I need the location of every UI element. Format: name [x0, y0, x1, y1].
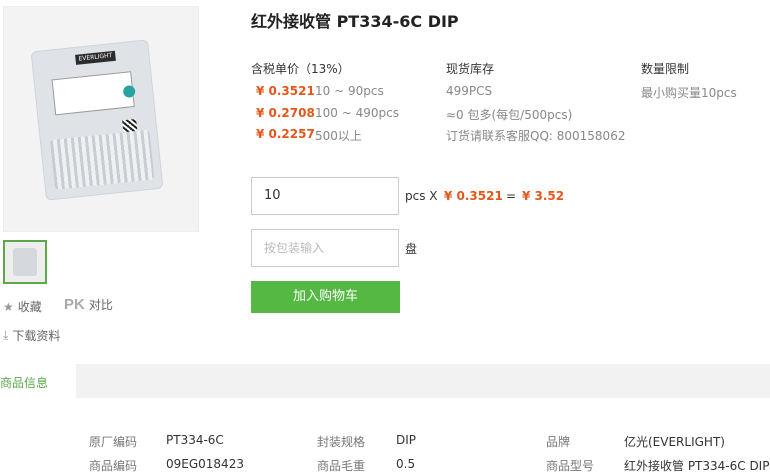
stock-contact: 订货请联系客服QQ: 800158062: [446, 129, 626, 143]
spec-value-brand[interactable]: 亿光(EVERLIGHT): [624, 433, 725, 450]
stock-qty: 499PCS: [446, 84, 493, 98]
spec-value-model: 红外接收管 PT334-6C DIP: [624, 459, 770, 473]
spec-value-package: DIP: [396, 433, 417, 447]
price-range-1: 10 ~ 90pcs: [315, 84, 384, 98]
price-header: 含税单价（13%）: [251, 62, 350, 76]
unit-label: pcs X: [405, 189, 438, 203]
tab-product-info[interactable]: 商品信息: [0, 364, 76, 398]
price-tier-2: ¥ 0.2708: [256, 106, 315, 120]
price-tier-1: ¥ 0.3521: [256, 84, 315, 98]
compare-button[interactable]: PK 对比: [64, 296, 113, 313]
price-tier-3: ¥ 0.2257: [256, 127, 315, 141]
equals-sign: =: [506, 189, 517, 203]
spec-label-brand: 品牌: [546, 435, 571, 449]
compare-label: 对比: [88, 298, 113, 312]
spec-label-product-code: 商品编码: [89, 459, 138, 473]
stock-header: 现货库存: [446, 62, 495, 76]
product-image[interactable]: EVERLIGHT: [3, 6, 199, 232]
pk-icon: PK: [64, 296, 85, 313]
limit-text: 最小购买量10pcs: [641, 86, 737, 100]
download-button[interactable]: ⤓ 下载资料: [3, 327, 60, 344]
tab-bar: [0, 364, 770, 398]
product-bag-illustration: EVERLIGHT: [30, 39, 164, 201]
spec-value-part-no: PT334-6C: [166, 433, 224, 447]
spec-label-package: 封装规格: [317, 435, 366, 449]
thumbnail-1[interactable]: [3, 240, 47, 284]
limit-header: 数量限制: [641, 62, 690, 76]
product-title: 红外接收管 PT334-6C DIP: [251, 12, 459, 31]
package-unit: 盘: [405, 242, 418, 256]
order-unit-price: ¥ 0.3521: [444, 189, 503, 203]
order-total: ¥ 3.52: [522, 189, 565, 203]
quantity-input[interactable]: 10: [251, 177, 399, 215]
favorite-label: 收藏: [17, 300, 42, 314]
led-components: [49, 129, 155, 190]
bag-sticker: [51, 71, 135, 116]
spec-value-weight: 0.5: [396, 457, 416, 471]
thumbnail-image: [13, 248, 37, 276]
spec-label-model: 商品型号: [546, 459, 595, 473]
stock-packages: ≈0 包多(每包/500pcs): [446, 108, 573, 122]
brand-label: EVERLIGHT: [75, 50, 116, 65]
favorite-button[interactable]: ★ 收藏: [3, 298, 42, 315]
price-range-2: 100 ~ 490pcs: [315, 106, 399, 120]
spec-value-product-code: 09EG018423: [166, 457, 244, 471]
add-to-cart-button[interactable]: 加入购物车: [251, 281, 400, 313]
download-icon: ⤓: [3, 328, 9, 342]
package-input[interactable]: 按包装输入: [251, 229, 399, 267]
star-icon: ★: [3, 299, 14, 314]
download-label: 下载资料: [12, 329, 61, 343]
spec-label-part-no: 原厂编码: [89, 435, 138, 449]
spec-label-weight: 商品毛重: [317, 459, 366, 473]
price-range-3: 500以上: [315, 129, 362, 143]
